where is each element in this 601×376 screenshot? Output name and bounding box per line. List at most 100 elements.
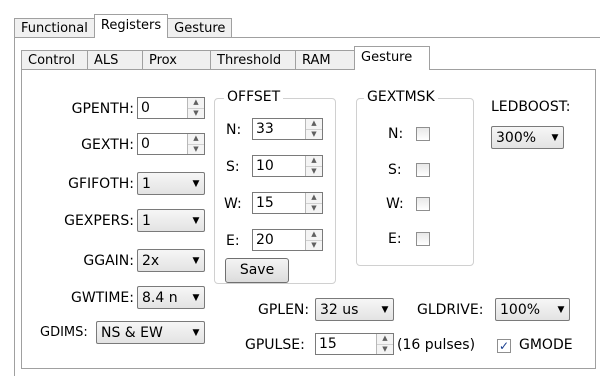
gpulse-note: (16 pulses) xyxy=(397,337,476,353)
offset-n-label: N: xyxy=(226,122,242,138)
gextmsk-e-label: E: xyxy=(388,231,402,247)
spin-up-icon[interactable]: ▲ xyxy=(306,156,322,167)
offset-e-value[interactable]: 20 xyxy=(253,230,305,250)
spin-down-icon[interactable]: ▼ xyxy=(306,241,322,251)
offset-w-value[interactable]: 15 xyxy=(253,193,305,213)
gldrive-value: 100% xyxy=(500,301,541,318)
offset-n-spinner[interactable]: 33 ▲ ▼ xyxy=(252,118,323,140)
gexpers-value: 1 xyxy=(142,212,151,229)
tab-gesture-sub[interactable]: Gesture xyxy=(354,46,430,70)
gdims-select[interactable]: NS & EW ▼ xyxy=(96,321,205,344)
gexpers-select[interactable]: 1 ▼ xyxy=(137,209,205,232)
tab-control[interactable]: Control xyxy=(21,50,88,70)
tab-gesture[interactable]: Gesture xyxy=(167,18,233,38)
spin-down-icon[interactable]: ▼ xyxy=(306,130,322,140)
chevron-down-icon[interactable]: ▼ xyxy=(377,305,393,315)
gldrive-label: GLDRIVE: xyxy=(417,302,484,318)
gfifoth-value: 1 xyxy=(142,175,151,192)
gplen-label: GPLEN: xyxy=(258,302,310,318)
offset-e-label: E: xyxy=(226,233,240,249)
ggain-select[interactable]: 2x ▼ xyxy=(137,249,205,272)
offset-n-value[interactable]: 33 xyxy=(253,119,305,139)
gexth-spinner[interactable]: 0 ▲ ▼ xyxy=(137,133,205,155)
tab-prox[interactable]: Prox xyxy=(142,50,211,70)
spin-up-icon[interactable]: ▲ xyxy=(188,134,204,145)
gextmsk-w-checkbox[interactable] xyxy=(416,197,430,211)
spin-down-icon[interactable]: ▼ xyxy=(377,345,393,355)
offset-s-arrows[interactable]: ▲ ▼ xyxy=(305,156,322,176)
sub-tab-bar: Control ALS Prox Threshold RAM Gesture xyxy=(21,46,430,70)
offset-s-value[interactable]: 10 xyxy=(253,156,305,176)
spin-up-icon[interactable]: ▲ xyxy=(377,334,393,345)
checkmark-icon: ✓ xyxy=(498,339,510,353)
gpenth-spinner[interactable]: 0 ▲ ▼ xyxy=(137,97,205,119)
ledboost-value: 300% xyxy=(496,129,537,146)
save-button[interactable]: Save xyxy=(225,258,289,283)
gexth-value[interactable]: 0 xyxy=(138,134,187,154)
gpulse-arrows[interactable]: ▲ ▼ xyxy=(376,334,393,354)
gexpers-label: GEXPERS: xyxy=(64,213,134,229)
tab-ram[interactable]: RAM xyxy=(295,50,355,70)
spin-down-icon[interactable]: ▼ xyxy=(188,145,204,155)
tab-registers[interactable]: Registers xyxy=(93,14,169,38)
tab-threshold[interactable]: Threshold xyxy=(210,50,296,70)
chevron-down-icon[interactable]: ▼ xyxy=(547,133,563,143)
offset-s-spinner[interactable]: 10 ▲ ▼ xyxy=(252,155,323,177)
gldrive-select[interactable]: 100% ▼ xyxy=(495,298,570,321)
gplen-select[interactable]: 32 us ▼ xyxy=(315,298,394,321)
gdims-label: GDIMS: xyxy=(40,325,88,340)
spin-down-icon[interactable]: ▼ xyxy=(306,167,322,177)
gpenth-arrows[interactable]: ▲ ▼ xyxy=(187,98,204,118)
offset-title: OFFSET xyxy=(224,89,284,105)
chevron-down-icon[interactable]: ▼ xyxy=(188,328,204,338)
gmode-label: GMODE xyxy=(519,337,573,353)
chevron-down-icon[interactable]: ▼ xyxy=(553,305,569,315)
chevron-down-icon[interactable]: ▼ xyxy=(188,256,204,266)
top-tab-bar: Functional Registers Gesture xyxy=(14,14,233,38)
offset-w-label: W: xyxy=(224,196,242,212)
gextmsk-title: GEXTMSK xyxy=(364,89,438,105)
spin-up-icon[interactable]: ▲ xyxy=(306,230,322,241)
gwtime-value: 8.4 n xyxy=(142,289,178,306)
gextmsk-e-checkbox[interactable] xyxy=(416,232,430,246)
gpulse-value[interactable]: 15 xyxy=(316,334,376,354)
gplen-value: 32 us xyxy=(320,301,359,318)
offset-w-arrows[interactable]: ▲ ▼ xyxy=(305,193,322,213)
gpulse-label: GPULSE: xyxy=(245,337,305,353)
ggain-label: GGAIN: xyxy=(83,253,134,269)
gexth-label: GEXTH: xyxy=(81,137,134,153)
gwtime-select[interactable]: 8.4 n ▼ xyxy=(137,286,205,309)
gexth-arrows[interactable]: ▲ ▼ xyxy=(187,134,204,154)
chevron-down-icon[interactable]: ▼ xyxy=(188,179,204,189)
spin-down-icon[interactable]: ▼ xyxy=(188,109,204,119)
offset-e-arrows[interactable]: ▲ ▼ xyxy=(305,230,322,250)
gextmsk-w-label: W: xyxy=(386,196,404,212)
gdims-value: NS & EW xyxy=(101,324,163,341)
chevron-down-icon[interactable]: ▼ xyxy=(188,216,204,226)
offset-e-spinner[interactable]: 20 ▲ ▼ xyxy=(252,229,323,251)
ledboost-select[interactable]: 300% ▼ xyxy=(491,126,564,149)
gpulse-spinner[interactable]: 15 ▲ ▼ xyxy=(315,333,394,355)
ggain-value: 2x xyxy=(142,252,160,269)
tab-als[interactable]: ALS xyxy=(87,50,143,70)
gextmsk-s-checkbox[interactable] xyxy=(416,163,430,177)
gmode-checkbox[interactable]: ✓ xyxy=(497,339,511,353)
gextmsk-n-checkbox[interactable] xyxy=(416,127,430,141)
gpenth-label: GPENTH: xyxy=(71,101,134,117)
gextmsk-group xyxy=(356,98,474,266)
gfifoth-select[interactable]: 1 ▼ xyxy=(137,172,205,195)
gextmsk-n-label: N: xyxy=(388,126,404,142)
spin-up-icon[interactable]: ▲ xyxy=(188,98,204,109)
gwtime-label: GWTIME: xyxy=(70,290,134,306)
gextmsk-s-label: S: xyxy=(388,162,402,178)
chevron-down-icon[interactable]: ▼ xyxy=(188,293,204,303)
spin-up-icon[interactable]: ▲ xyxy=(306,193,322,204)
ledboost-label: LEDBOOST: xyxy=(491,99,571,115)
spin-up-icon[interactable]: ▲ xyxy=(306,119,322,130)
spin-down-icon[interactable]: ▼ xyxy=(306,204,322,214)
gpenth-value[interactable]: 0 xyxy=(138,98,187,118)
tab-functional[interactable]: Functional xyxy=(14,18,95,38)
offset-w-spinner[interactable]: 15 ▲ ▼ xyxy=(252,192,323,214)
offset-n-arrows[interactable]: ▲ ▼ xyxy=(305,119,322,139)
offset-s-label: S: xyxy=(226,159,240,175)
